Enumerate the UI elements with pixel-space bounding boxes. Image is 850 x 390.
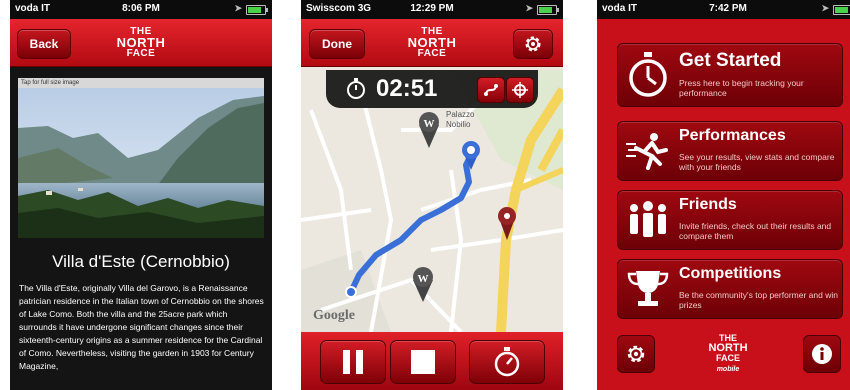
elapsed-time: 02:51 [376, 75, 438, 102]
back-button-label: Back [29, 37, 59, 51]
status-bar: voda IT 8:06 PM ➤ [10, 0, 272, 19]
route-toggle-button[interactable] [477, 77, 505, 103]
battery-icon [537, 5, 559, 15]
menu-subtitle: Be the community's top performer and win… [679, 290, 838, 310]
menu-title: Friends [679, 196, 737, 213]
lake-photo [18, 88, 264, 238]
back-button[interactable]: Back [17, 29, 71, 59]
pause-button[interactable] [320, 340, 386, 384]
logo-line-3: FACE [417, 48, 447, 59]
location-arrow-icon: ➤ [821, 3, 829, 13]
status-bar: Swisscom 3G 12:29 PM ➤ [301, 0, 563, 19]
stopwatch-icon [629, 52, 667, 97]
logo-tag: mobile [716, 366, 740, 373]
place-description: The Villa d'Este, originally Villa del G… [19, 283, 264, 371]
menu-title: Performances [679, 127, 786, 144]
place-photo[interactable]: Tap for full size image [18, 78, 264, 238]
place-detail-screen: voda IT 8:06 PM ➤ Back THE NORTH FACE Ta… [10, 0, 272, 390]
timer-bar: 02:51 [326, 70, 538, 108]
logo-line-3: FACE [715, 353, 741, 363]
crosshair-icon [512, 82, 528, 98]
tracking-screen: Swisscom 3G 12:29 PM ➤ Done THE NORTH FA… [301, 0, 563, 390]
stop-button[interactable] [390, 340, 456, 384]
gear-icon [525, 36, 541, 52]
svg-text:W: W [424, 118, 435, 130]
place-title: Villa d'Este (Cernobbio) [52, 252, 230, 271]
svg-text:W: W [418, 273, 429, 285]
lap-button[interactable] [469, 340, 545, 384]
svg-text:Nobilio: Nobilio [446, 120, 471, 129]
route-icon [484, 84, 498, 96]
location-arrow-icon: ➤ [525, 3, 533, 13]
runner-icon [626, 133, 668, 170]
google-attribution: Google [313, 308, 355, 323]
battery-icon [246, 5, 268, 15]
menu-get-started[interactable]: Get Started Press here to begin tracking… [617, 43, 843, 107]
menu-title: Get Started [679, 50, 782, 71]
menu-competitions[interactable]: Competitions Be the community's top perf… [617, 259, 843, 319]
stop-icon [411, 350, 435, 374]
location-arrow-icon: ➤ [234, 3, 242, 13]
north-face-logo: THE NORTH FACE [117, 27, 166, 59]
settings-button[interactable] [617, 335, 655, 373]
route-map[interactable]: W W Palazzo Nobilio [301, 70, 563, 332]
info-icon [812, 344, 832, 364]
logo-line-3: FACE [126, 48, 156, 59]
done-button-label: Done [322, 37, 352, 51]
battery-icon [833, 5, 850, 15]
menu-title: Competitions [679, 265, 782, 282]
menu-friends[interactable]: Friends Invite friends, check out their … [617, 190, 843, 250]
nav-bar: Back THE NORTH FACE [10, 19, 272, 67]
tracking-toolbar [301, 332, 563, 390]
info-button[interactable] [803, 335, 841, 373]
north-face-logo: THE NORTH FACE [408, 27, 457, 59]
stopwatch-icon [494, 347, 520, 377]
pause-icon [343, 350, 363, 374]
menu-subtitle: Press here to begin tracking your perfor… [679, 78, 804, 98]
route-start-marker [345, 286, 357, 298]
status-time: 12:29 PM [410, 3, 454, 14]
menu-subtitle: See your results, view stats and compare… [679, 152, 835, 172]
svg-text:Palazzo: Palazzo [446, 110, 475, 119]
status-time: 8:06 PM [122, 3, 160, 14]
trophy-icon [627, 271, 669, 306]
main-menu-screen: voda IT 7:42 PM ➤ Get Started Press here… [597, 0, 850, 390]
stopwatch-icon [347, 78, 365, 99]
group-icon [630, 201, 666, 237]
north-face-logo: THE NORTH FACE mobile [708, 334, 747, 374]
menu-subtitle: Invite friends, check out their results … [679, 221, 832, 241]
status-bar: voda IT 7:42 PM ➤ [597, 0, 850, 19]
nav-bar: Done THE NORTH FACE [301, 19, 563, 67]
done-button[interactable]: Done [309, 29, 365, 59]
gear-icon [627, 345, 645, 363]
settings-button[interactable] [513, 29, 553, 59]
locate-button[interactable] [506, 77, 534, 103]
photo-caption: Tap for full size image [18, 78, 264, 88]
menu-performances[interactable]: Performances See your results, view stat… [617, 121, 843, 181]
status-time: 7:42 PM [709, 3, 747, 14]
